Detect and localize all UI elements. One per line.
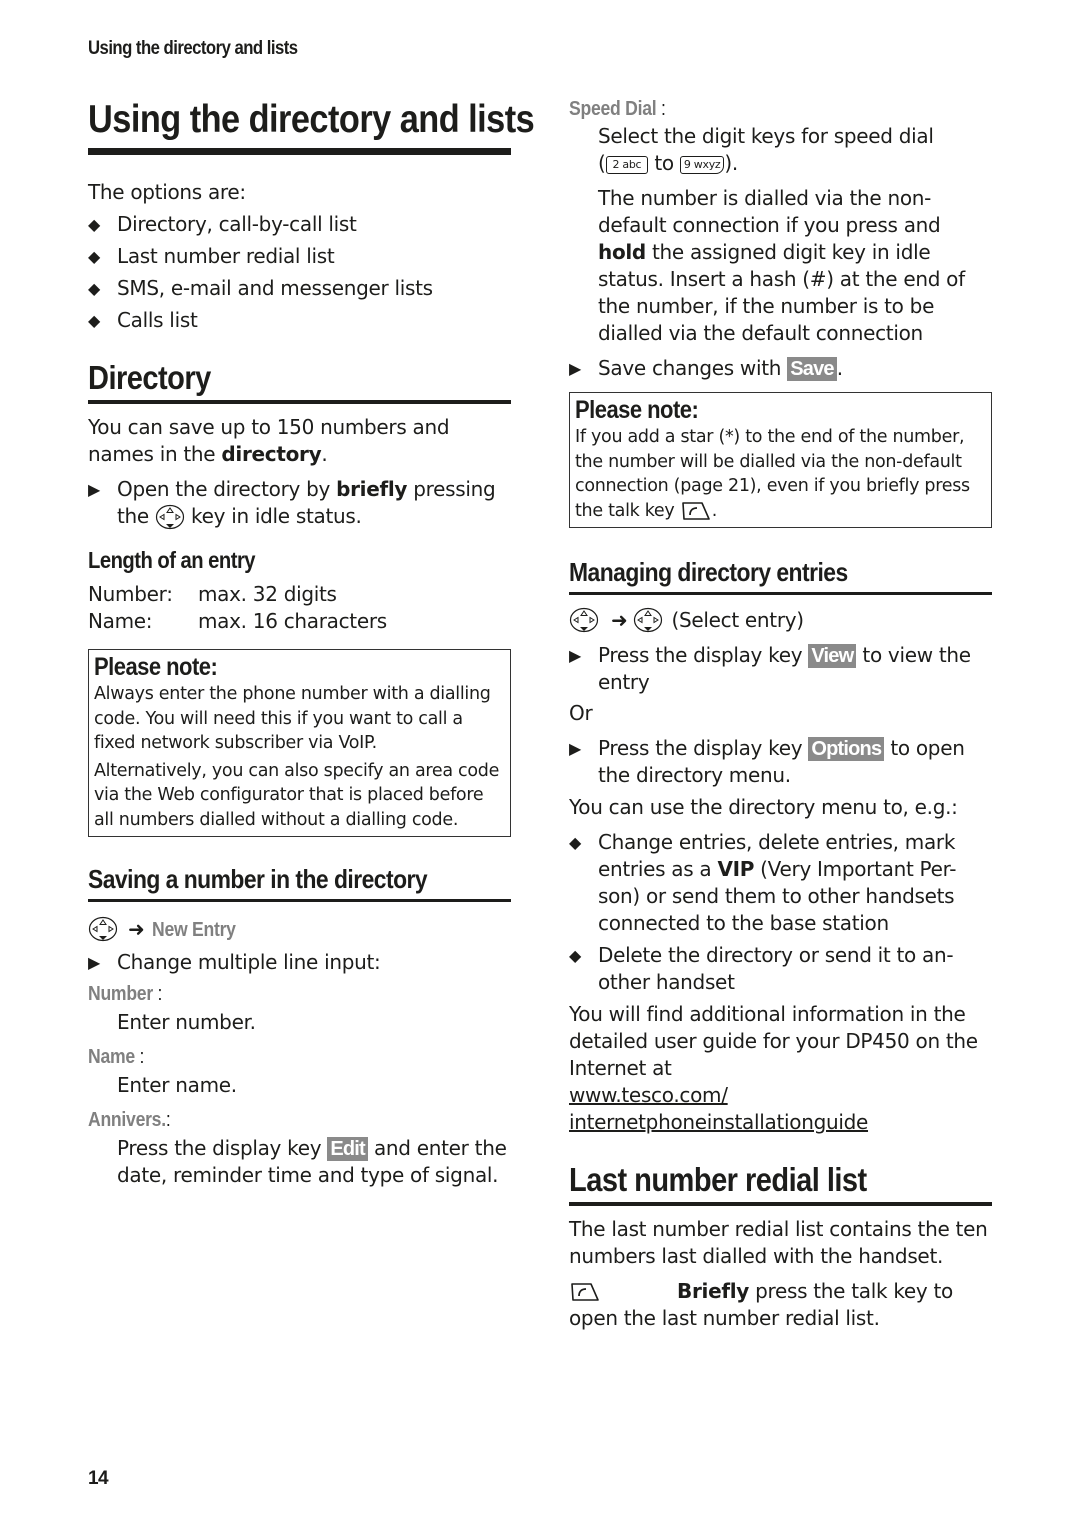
list-item: ◆ Calls list [88, 308, 198, 332]
menu-path-label: New Entry [152, 918, 237, 941]
view-step: ▶ Press the display key View to view the … [569, 643, 971, 694]
directory-step: ▶ Open the directory by briefly pressing… [88, 476, 511, 531]
running-header: Using the directory and lists [88, 38, 298, 59]
table-row: Number: max. 32 digits [88, 582, 337, 606]
or-text: Or [569, 701, 593, 725]
page-number: 14 [88, 1468, 109, 1489]
digit-key-2-icon: 2 abc [605, 155, 649, 174]
section-heading-saving: Saving a number in the directory [88, 863, 511, 902]
menu-path: ➜ New Entry [88, 916, 511, 943]
section-heading-redial: Last number redial list [569, 1160, 992, 1206]
triangle-bullet-icon: ▶ [88, 953, 101, 972]
nav-key-icon [88, 916, 118, 942]
section-heading-managing: Managing directory entries [569, 556, 992, 595]
diamond-bullet-icon: ◆ [88, 247, 101, 266]
note-box-dialling-code: Please note: Always enter the phone numb… [88, 649, 511, 837]
triangle-bullet-icon: ▶ [569, 739, 582, 758]
saving-step: ▶ Change multiple line input: [88, 950, 381, 974]
speed-dial-keys: (2 abc to 9 wxyz). [598, 151, 738, 175]
diamond-bullet-icon: ◆ [88, 279, 101, 298]
softkey-save: Save [787, 357, 837, 381]
field-description: Enter name. [117, 1073, 237, 1097]
right-column: Speed Dial : Select the digit keys for s… [569, 96, 992, 1332]
diamond-bullet-icon: ◆ [88, 311, 101, 330]
options-step: ▶ Press the display key Options to open t… [569, 736, 965, 787]
options-list: ◆ Directory, call-by-call list ◆ Last numb… [88, 211, 511, 334]
field-description: Press the display key Edit and enter the… [117, 1136, 507, 1187]
digit-key-9-icon: 9 wxyz [679, 155, 725, 174]
diamond-bullet-icon: ◆ [569, 946, 582, 965]
speed-dial-description: The number is dialled via the non-defaul… [598, 186, 965, 345]
redial-step: Briefly press the talk key to open the l… [569, 1279, 953, 1330]
softkey-edit: Edit [327, 1137, 368, 1161]
note-paragraph: If you add a star (*) to the end of the … [575, 427, 970, 521]
triangle-bullet-icon: ▶ [569, 646, 582, 665]
note-paragraph: Always enter the phone number with a dia… [94, 684, 491, 753]
menu-intro: You can use the directory menu to, e.g.: [569, 795, 958, 819]
table-row: Name: max. 16 characters [88, 609, 387, 633]
field-label-number: Number : [88, 983, 163, 1005]
options-intro: The options are: [88, 180, 246, 204]
note-box-star: Please note: If you add a star (*) to th… [569, 392, 992, 528]
list-item: ◆ Delete the directory or send it to an-o… [569, 943, 954, 994]
guide-link-continued[interactable]: internetphoneinstallationguide [569, 1109, 992, 1136]
diamond-bullet-icon: ◆ [569, 833, 582, 852]
section-heading-directory: Directory [88, 358, 511, 404]
softkey-view: View [808, 644, 857, 668]
nav-key-icon [634, 607, 663, 633]
field-label-annivers: Annivers.: [88, 1109, 171, 1131]
list-item: ◆ Directory, call-by-call list [88, 212, 357, 236]
directory-intro: You can save up to 150 numbers and names… [88, 415, 450, 466]
save-step: ▶ Save changes with Save. [569, 356, 843, 381]
arrow-right-icon: ➜ [611, 608, 628, 632]
arrow-right-icon: ➜ [128, 917, 145, 941]
additional-info: You will find additional information in … [569, 1002, 978, 1080]
page-title: Using the directory and lists [88, 96, 535, 155]
field-label-speed-dial: Speed Dial : [569, 98, 666, 120]
field-description: Enter number. [117, 1010, 256, 1034]
softkey-options: Options [808, 737, 885, 761]
triangle-bullet-icon: ▶ [569, 359, 582, 378]
diamond-bullet-icon: ◆ [88, 215, 101, 234]
subheading-length: Length of an entry [88, 547, 256, 573]
talk-key-icon [681, 501, 710, 520]
note-title: Please note: [575, 396, 699, 424]
menu-path: ➜ (Select entry) [569, 607, 992, 634]
entry-length-table: Number: max. 32 digits Name: max. 16 chara… [88, 581, 387, 635]
note-paragraph: Alternatively, you can also specify an a… [94, 760, 500, 830]
talk-key-icon [571, 1282, 599, 1301]
triangle-bullet-icon: ▶ [88, 480, 101, 499]
speed-dial-text: Select the digit keys for speed dial [598, 124, 934, 148]
note-title: Please note: [94, 653, 218, 681]
redial-intro: The last number redial list contains the… [569, 1217, 988, 1268]
list-item: ◆ Change entries, delete entries, mark en… [569, 830, 957, 935]
list-item: ◆ SMS, e-mail and messenger lists [88, 276, 433, 300]
field-label-name: Name : [88, 1046, 145, 1068]
nav-key-icon [569, 607, 599, 633]
list-item: ◆ Last number redial list [88, 244, 335, 268]
left-column: Using the directory and lists The option… [88, 96, 535, 1189]
guide-link[interactable]: www.tesco.com/ [569, 1082, 992, 1109]
nav-key-icon [155, 504, 185, 530]
